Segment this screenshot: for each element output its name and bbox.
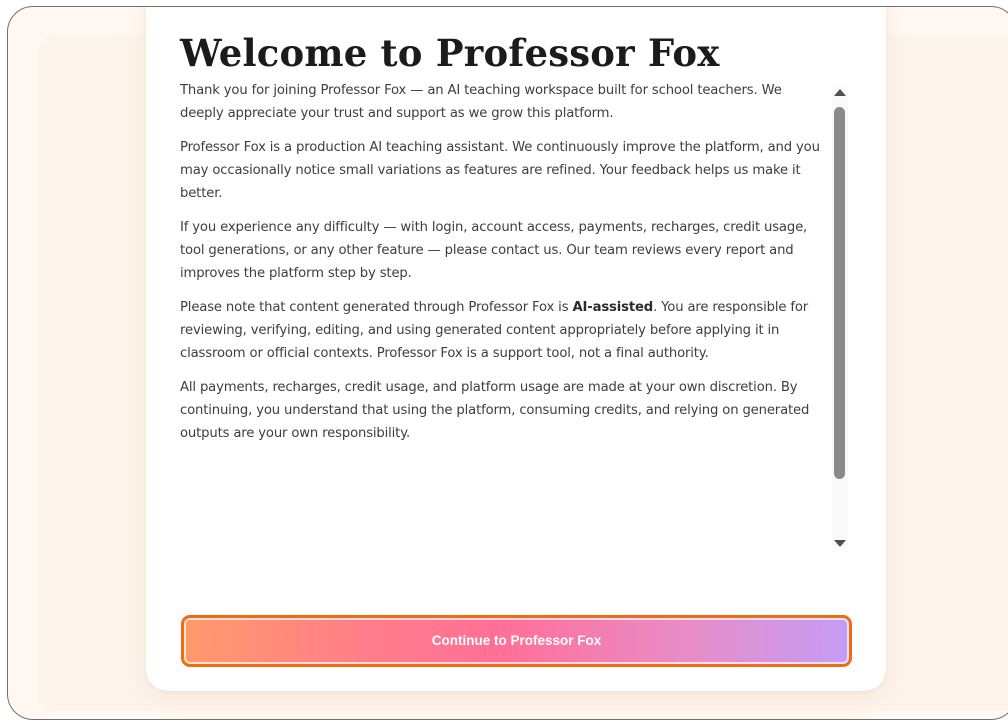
scrollbar-thumb[interactable] <box>834 107 845 479</box>
responsibility-paragraph: All payments, recharges, credit usage, a… <box>180 380 810 441</box>
vertical-scrollbar[interactable] <box>832 85 848 547</box>
support-contact-paragraph: If you experience any difficulty — with … <box>180 220 808 281</box>
ai-assisted-paragraph: Please note that content generated throu… <box>180 296 822 365</box>
terms-scroll-area[interactable]: Thank you for joining Professor Fox — an… <box>180 79 822 545</box>
welcome-modal: Welcome to Professor Fox Thank you for j… <box>146 7 886 691</box>
intro-paragraph: Thank you for joining Professor Fox — an… <box>180 83 782 121</box>
continue-button[interactable]: Continue to Professor Fox <box>181 615 852 667</box>
ai-paragraph-start: Please note that content generated throu… <box>180 300 573 315</box>
app-window: Welcome to Professor Fox Thank you for j… <box>7 6 1008 720</box>
production-notice-paragraph: Professor Fox is a production AI teachin… <box>180 140 820 201</box>
triangle-up-icon[interactable] <box>834 89 846 96</box>
modal-title: Welcome to Professor Fox <box>180 31 720 75</box>
ai-assisted-emphasis: AI-assisted <box>572 300 654 315</box>
triangle-down-icon[interactable] <box>834 540 846 547</box>
